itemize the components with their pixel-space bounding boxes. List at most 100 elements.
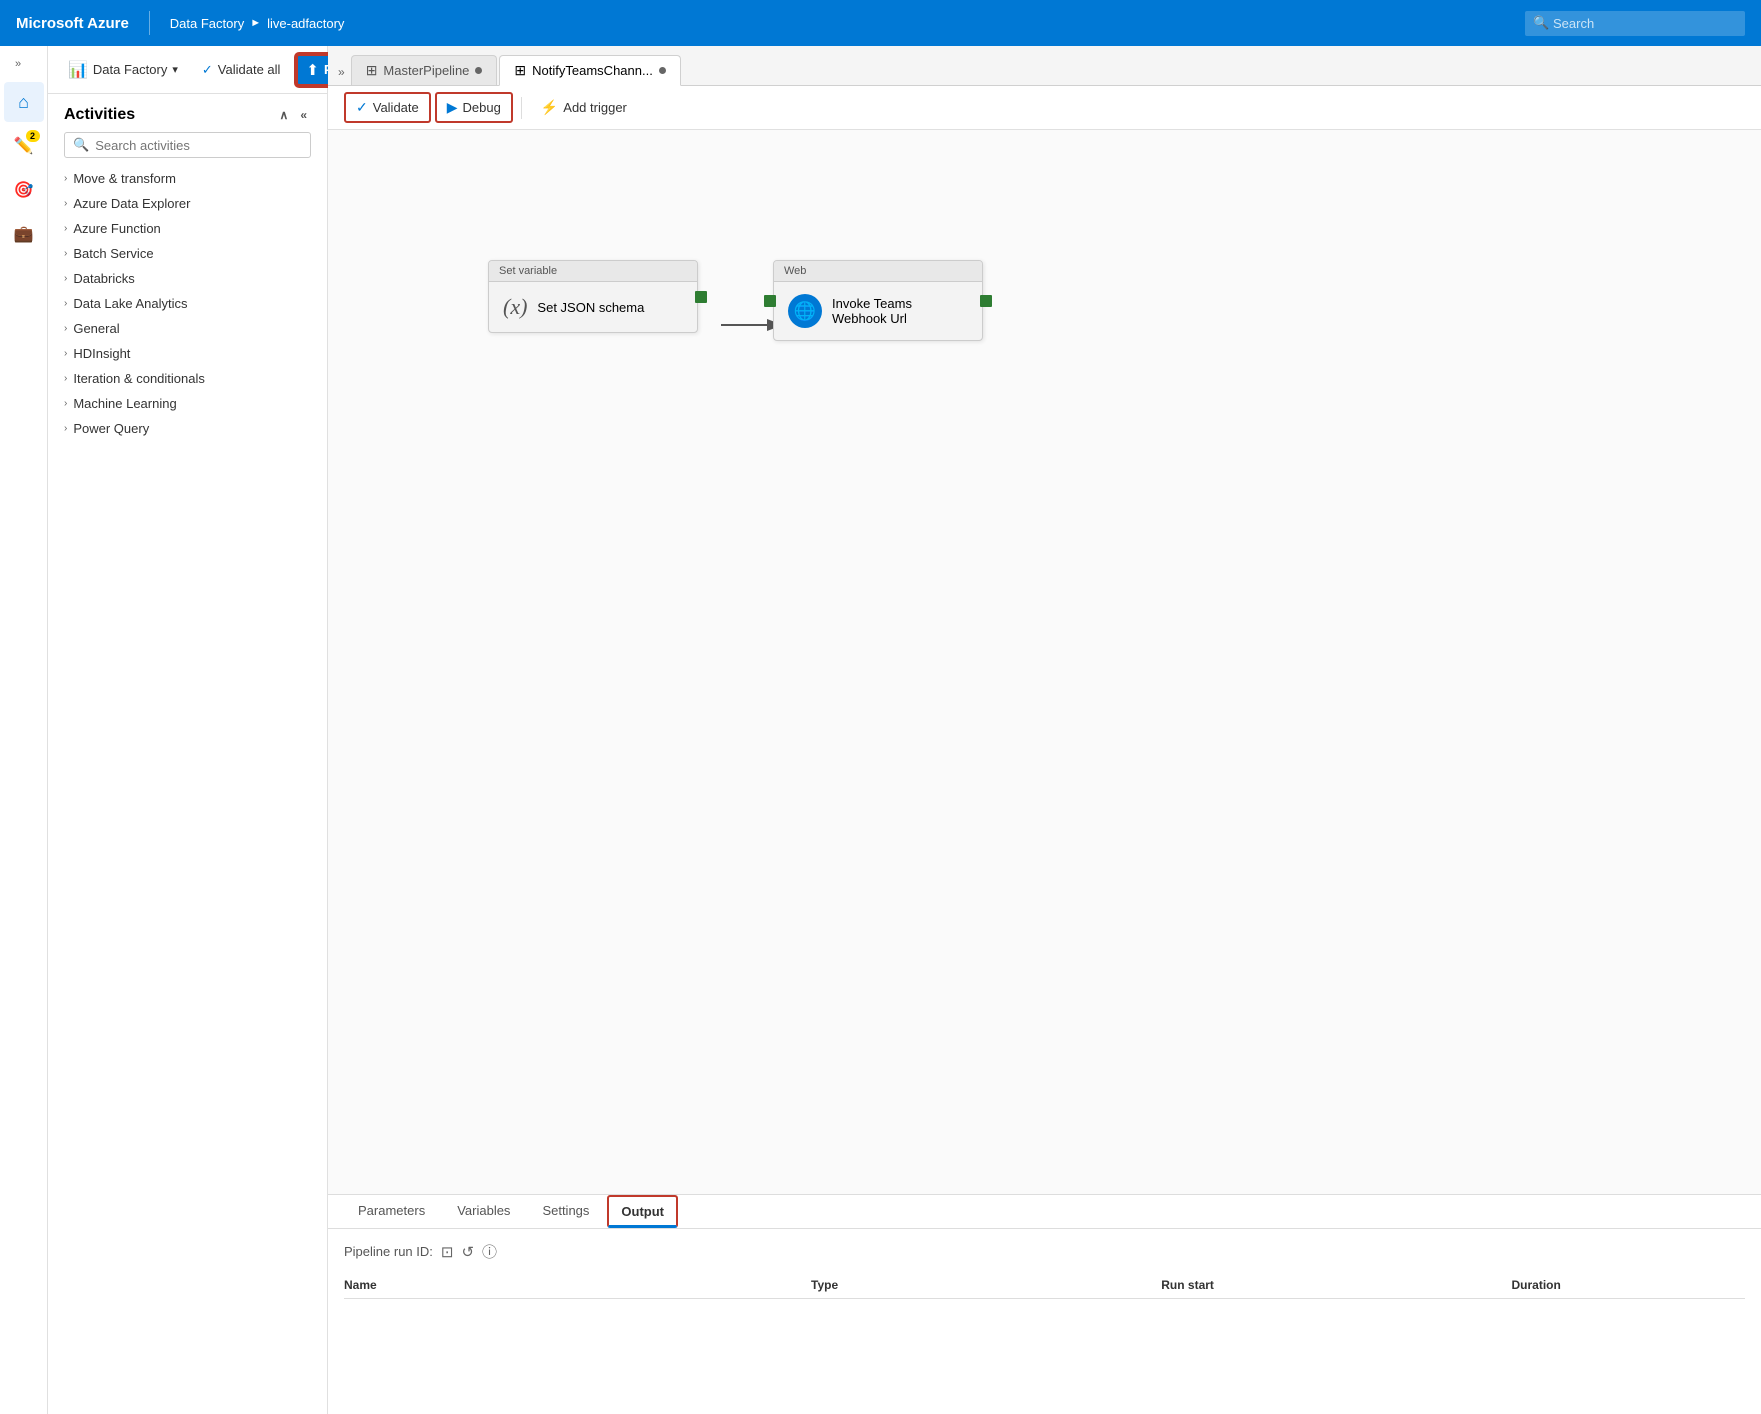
category-general[interactable]: › General	[48, 316, 327, 341]
web-globe-icon: 🌐	[788, 294, 822, 328]
validate-btn[interactable]: ✓ Validate	[344, 92, 431, 123]
category-label: Data Lake Analytics	[73, 296, 187, 311]
chevron-icon: ›	[64, 248, 67, 259]
tabs-expand-icon[interactable]: »	[332, 59, 351, 85]
data-factory-chevron: ▾	[172, 63, 178, 76]
col-duration-header: Duration	[1512, 1278, 1746, 1292]
category-power-query[interactable]: › Power Query	[48, 416, 327, 441]
col-run-start-header: Run start	[1161, 1278, 1511, 1292]
add-trigger-label: Add trigger	[563, 100, 627, 115]
category-label: Azure Function	[73, 221, 160, 236]
manage-icon: 💼	[14, 224, 34, 244]
chevron-icon: ›	[64, 273, 67, 284]
chevron-icon: ›	[64, 223, 67, 234]
category-machine-learning[interactable]: › Machine Learning	[48, 391, 327, 416]
topbar-divider	[149, 11, 150, 35]
toolbar-divider	[521, 97, 522, 119]
category-azure-function[interactable]: › Azure Function	[48, 216, 327, 241]
topbar-search-input[interactable]	[1525, 11, 1745, 36]
search-activities-input[interactable]	[95, 138, 302, 153]
debug-icon: ▶	[447, 99, 458, 116]
node-web-body: 🌐 Invoke Teams Webhook Url	[774, 282, 982, 340]
activities-panel: Activities ∧ « 🔍 › Move & transform › Az…	[48, 94, 327, 1414]
category-label: Databricks	[73, 271, 134, 286]
tab-variables[interactable]: Variables	[443, 1195, 524, 1228]
pipeline-canvas[interactable]: Set variable (x) Set JSON schema Web 🌐	[328, 130, 1761, 1194]
validate-label: Validate	[373, 100, 419, 115]
validate-icon: ✓	[356, 99, 368, 116]
data-factory-label: Data Factory	[93, 62, 167, 77]
pipeline-run-id-label: Pipeline run ID:	[344, 1244, 433, 1259]
category-label: Iteration & conditionals	[73, 371, 205, 386]
refresh-icon[interactable]: ↺	[461, 1243, 474, 1261]
search-wrap: 🔍	[1525, 11, 1745, 36]
node-web-in-connector[interactable]	[764, 295, 776, 307]
category-azure-data-explorer[interactable]: › Azure Data Explorer	[48, 191, 327, 216]
tab-unsaved-dot2	[659, 67, 666, 74]
add-trigger-btn[interactable]: ⚡ Add trigger	[530, 93, 638, 122]
activities-title-row: Activities ∧ «	[48, 106, 327, 132]
search-activities-box[interactable]: 🔍	[64, 132, 311, 158]
node-set-var-label: Set JSON schema	[537, 300, 644, 315]
chevron-icon: ›	[64, 323, 67, 334]
activities-sidebar: 📊 Data Factory ▾ ✓ Validate all ⬆ Publis…	[48, 46, 328, 1414]
category-iteration-conditionals[interactable]: › Iteration & conditionals	[48, 366, 327, 391]
sidebar-item-home[interactable]: ⌂	[4, 82, 44, 122]
category-label: Move & transform	[73, 171, 176, 186]
category-databricks[interactable]: › Databricks	[48, 266, 327, 291]
category-label: HDInsight	[73, 346, 130, 361]
sidebar-item-monitor[interactable]: 🎯	[4, 170, 44, 210]
tab-output[interactable]: Output	[607, 1195, 678, 1228]
topbar-search-icon: 🔍	[1533, 15, 1549, 31]
tab-master-pipeline[interactable]: ⊞ MasterPipeline	[351, 55, 498, 85]
tab-parameters[interactable]: Parameters	[344, 1195, 439, 1228]
tab-settings-label: Settings	[542, 1203, 589, 1218]
data-factory-icon: 📊	[68, 60, 88, 80]
node-set-var-header-text: Set variable	[499, 265, 557, 277]
bottom-content: Pipeline run ID: ⊡ ↺ ⓘ Name Type Run sta…	[328, 1229, 1761, 1311]
copy-icon[interactable]: ⊡	[441, 1243, 454, 1261]
tab-notify-teams[interactable]: ⊞ NotifyTeamsChann...	[499, 55, 680, 86]
chevron-icon: ›	[64, 423, 67, 434]
sidebar-expand-btn[interactable]: »	[8, 54, 28, 74]
collapse-icon2[interactable]: «	[296, 106, 311, 124]
col-name-header: Name	[344, 1278, 811, 1292]
debug-label: Debug	[463, 100, 501, 115]
tab-parameters-label: Parameters	[358, 1203, 425, 1218]
validate-all-btn[interactable]: ✓ Validate all	[194, 57, 289, 83]
bottom-tabs-bar: Parameters Variables Settings Output	[328, 1195, 1761, 1229]
collapse-icon[interactable]: ∧	[276, 106, 293, 124]
category-label: Power Query	[73, 421, 149, 436]
icon-sidebar: » ⌂ ✏️ 2 🎯 💼	[0, 46, 48, 1414]
sidebar-item-author[interactable]: ✏️ 2	[4, 126, 44, 166]
activity-node-set-variable[interactable]: Set variable (x) Set JSON schema	[488, 260, 698, 333]
category-label: Batch Service	[73, 246, 153, 261]
breadcrumb-data-factory: Data Factory	[170, 16, 244, 31]
chevron-icon: ›	[64, 398, 67, 409]
publish-icon: ⬆	[306, 61, 319, 79]
output-table-header: Name Type Run start Duration	[344, 1272, 1745, 1299]
node-web-out-connector[interactable]	[980, 295, 992, 307]
activity-node-web[interactable]: Web 🌐 Invoke Teams Webhook Url	[773, 260, 983, 341]
data-factory-btn[interactable]: 📊 Data Factory ▾	[60, 55, 186, 85]
node-set-var-out-connector[interactable]	[695, 291, 707, 303]
category-move-transform[interactable]: › Move & transform	[48, 166, 327, 191]
debug-btn[interactable]: ▶ Debug	[435, 92, 513, 123]
breadcrumb: Data Factory ► live-adfactory	[170, 16, 345, 31]
search-icon: 🔍	[73, 137, 89, 153]
category-batch-service[interactable]: › Batch Service	[48, 241, 327, 266]
sidebar-item-manage[interactable]: 💼	[4, 214, 44, 254]
activities-heading: Activities	[64, 106, 135, 124]
chevron-icon: ›	[64, 173, 67, 184]
category-label: Machine Learning	[73, 396, 176, 411]
validate-all-icon: ✓	[202, 62, 213, 78]
app-layout: » ⌂ ✏️ 2 🎯 💼 📊 Data Factory ▾ ✓ Validate…	[0, 46, 1761, 1414]
category-hdinsight[interactable]: › HDInsight	[48, 341, 327, 366]
tab-unsaved-dot	[475, 67, 482, 74]
activities-title-actions: ∧ «	[276, 106, 311, 124]
category-data-lake-analytics[interactable]: › Data Lake Analytics	[48, 291, 327, 316]
node-set-var-body: (x) Set JSON schema	[489, 282, 697, 332]
info-icon[interactable]: ⓘ	[482, 1241, 497, 1262]
pipeline-toolbar: ✓ Validate ▶ Debug ⚡ Add trigger	[328, 86, 1761, 130]
tab-settings[interactable]: Settings	[528, 1195, 603, 1228]
